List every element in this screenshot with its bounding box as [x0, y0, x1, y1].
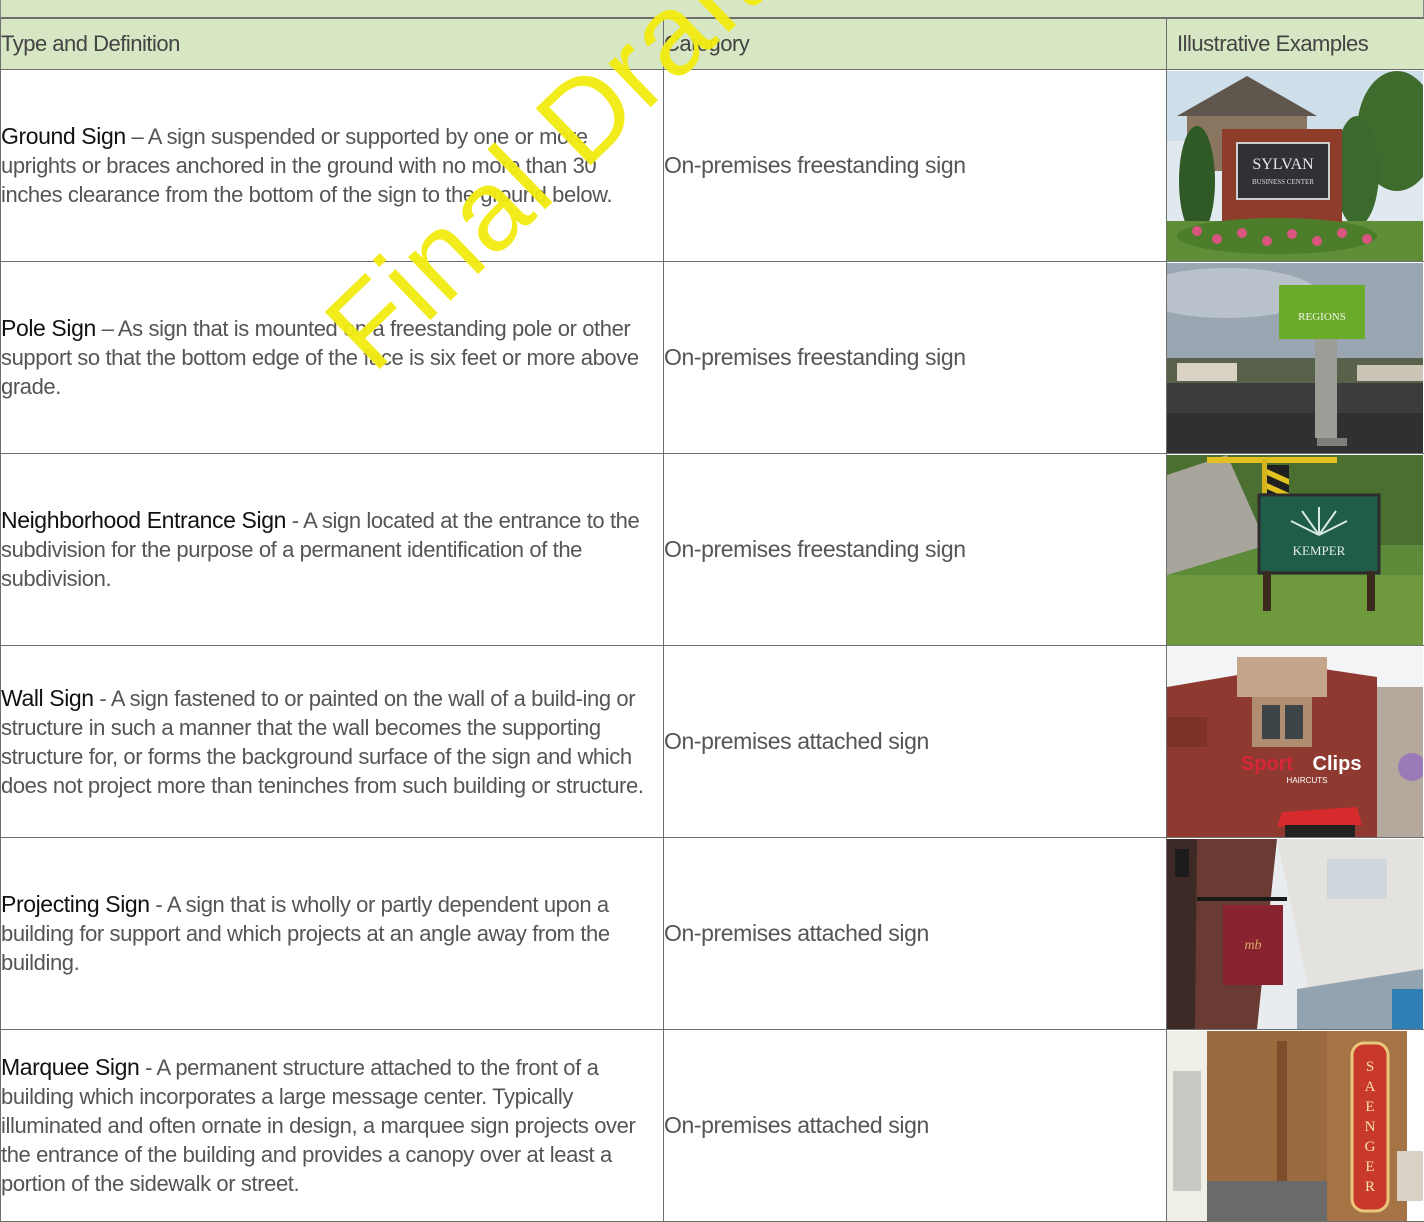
kemper-sign-text: KEMPER [1293, 543, 1346, 558]
svg-text:R: R [1365, 1179, 1375, 1195]
table-row: Neighborhood Entrance Sign - A sign loca… [1, 454, 1424, 646]
definition-cell: Marquee Sign - A permanent structure att… [1, 1030, 664, 1222]
sign-term: Neighborhood Entrance Sign [1, 507, 286, 533]
header-examples: Illustrative Examples [1167, 19, 1424, 70]
svg-text:mb: mb [1244, 938, 1261, 953]
example-cell: S A E N G E R [1167, 1030, 1424, 1222]
sylvan-sub-text: BUSINESS CENTER [1252, 178, 1314, 186]
sylvan-sign-text: SYLVAN [1252, 156, 1314, 173]
svg-text:E: E [1365, 1159, 1374, 1175]
definition-cell: Projecting Sign - A sign that is wholly … [1, 838, 664, 1030]
definition-cell: Pole Sign – As sign that is mounted on a… [1, 262, 664, 454]
sport-sign-text: Sport [1241, 753, 1294, 775]
sign-types-table: Type and Definition Category Illustrativ… [0, 18, 1424, 1222]
category-cell: On-premises freestanding sign [664, 262, 1167, 454]
haircuts-sign-text: HAIRCUTS [1287, 776, 1328, 785]
table-row: Projecting Sign - A sign that is wholly … [1, 838, 1424, 1030]
svg-text:G: G [1365, 1139, 1376, 1155]
definition-cell: Wall Sign - A sign fastened to or painte… [1, 646, 664, 838]
header-definition: Type and Definition [1, 19, 664, 70]
sign-term: Ground Sign [1, 123, 126, 149]
example-cell: Sport Clips HAIRCUTS [1167, 646, 1424, 838]
category-cell: On-premises attached sign [664, 1030, 1167, 1222]
regions-sign-text: REGIONS [1298, 311, 1346, 323]
category-cell: On-premises freestanding sign [664, 454, 1167, 646]
example-cell: SYLVAN BUSINESS CENTER [1167, 70, 1424, 262]
table-header-row: Type and Definition Category Illustrativ… [1, 19, 1424, 70]
definition-cell: Ground Sign – A sign suspended or suppor… [1, 70, 664, 262]
sign-term: Wall Sign [1, 685, 94, 711]
wall-sign-photo: Sport Clips HAIRCUTS [1167, 647, 1423, 837]
svg-text:A: A [1365, 1079, 1376, 1095]
definition-cell: Neighborhood Entrance Sign - A sign loca… [1, 454, 664, 646]
marquee-sign-photo: S A E N G E R [1167, 1031, 1423, 1221]
pole-sign-photo: REGIONS [1167, 263, 1423, 453]
example-cell: REGIONS [1167, 262, 1424, 454]
sign-term: Pole Sign [1, 315, 96, 341]
saenger-sign-text: S [1366, 1059, 1374, 1075]
example-cell: KEMPER [1167, 454, 1424, 646]
example-cell: mb [1167, 838, 1424, 1030]
sign-term: Marquee Sign [1, 1054, 139, 1080]
table-row: Pole Sign – As sign that is mounted on a… [1, 262, 1424, 454]
header-category: Category [664, 19, 1167, 70]
table-top-band [0, 0, 1424, 18]
category-cell: On-premises attached sign [664, 646, 1167, 838]
table-row: Ground Sign – A sign suspended or suppor… [1, 70, 1424, 262]
sign-definition: – As sign that is mounted on a freestand… [1, 316, 639, 399]
sign-definition: - A sign fastened to or painted on the w… [1, 686, 644, 798]
clips-sign-text: Clips [1313, 753, 1362, 775]
category-cell: On-premises freestanding sign [664, 70, 1167, 262]
category-cell: On-premises attached sign [664, 838, 1167, 1030]
projecting-sign-photo: mb [1167, 839, 1423, 1029]
table-row: Wall Sign - A sign fastened to or painte… [1, 646, 1424, 838]
table-row: Marquee Sign - A permanent structure att… [1, 1030, 1424, 1222]
entrance-sign-photo: KEMPER [1167, 455, 1423, 645]
sign-term: Projecting Sign [1, 891, 150, 917]
svg-text:N: N [1365, 1119, 1376, 1135]
document-page: Type and Definition Category Illustrativ… [0, 0, 1424, 1203]
svg-text:E: E [1365, 1099, 1374, 1115]
ground-sign-photo: SYLVAN BUSINESS CENTER [1167, 71, 1423, 261]
